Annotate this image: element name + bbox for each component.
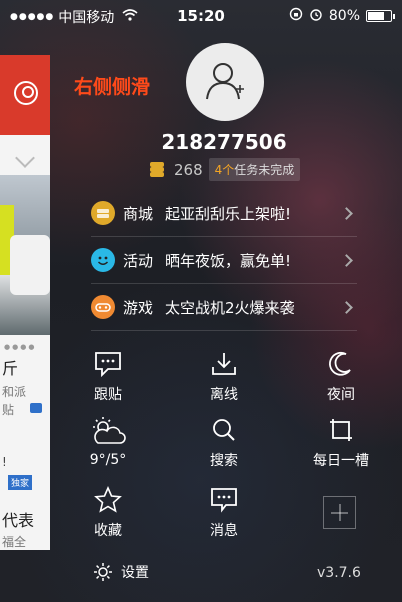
grid-label: 9°/5° bbox=[89, 452, 127, 468]
promo-category: 活动 bbox=[123, 251, 154, 270]
tasks-count: 4个 bbox=[214, 163, 235, 177]
download-icon bbox=[212, 353, 236, 375]
settings-label: 设置 bbox=[121, 565, 149, 581]
chevron-right-icon bbox=[340, 300, 353, 314]
coin-count: 268 bbox=[174, 160, 203, 179]
app-version: v3.7.6 bbox=[317, 565, 361, 581]
status-bar: ●●●●● 中国移动 15:20 80% bbox=[0, 0, 402, 32]
user-avatar[interactable] bbox=[186, 43, 264, 121]
promo-text: 太空战机2火爆来袭 bbox=[165, 298, 295, 317]
video-icon bbox=[30, 403, 42, 413]
alarm-icon bbox=[309, 7, 323, 25]
grid-item-offline[interactable]: 离线 bbox=[184, 350, 264, 404]
promo-text: 晒年夜饭，赢免单! bbox=[165, 251, 292, 270]
chevron-right-icon bbox=[340, 253, 353, 267]
chevron-right-icon bbox=[340, 206, 353, 220]
user-id: 218277506 bbox=[161, 130, 287, 154]
drawer-title: 右侧侧滑 bbox=[74, 76, 151, 98]
grid-label: 收藏 bbox=[94, 523, 122, 539]
promo-row-shop[interactable]: 商城 起亚刮刮乐上架啦! bbox=[91, 190, 357, 236]
add-user-icon bbox=[206, 63, 244, 100]
promo-row-game[interactable]: 游戏 太空战机2火爆来袭 bbox=[91, 284, 357, 330]
headline-fragment[interactable]: 代表 bbox=[2, 507, 34, 531]
grid-item-daily[interactable]: 每日一槽 bbox=[301, 416, 381, 470]
coins-row[interactable]: 268 4个任务未完成 bbox=[150, 158, 301, 181]
star-icon bbox=[94, 486, 122, 513]
tasks-text: 任务未完成 bbox=[234, 163, 295, 177]
grid-label: 跟贴 bbox=[94, 387, 122, 403]
settings-button[interactable]: 设置 bbox=[93, 562, 149, 582]
carousel-dots: ●●●● bbox=[4, 343, 37, 351]
grid-item-favorites[interactable]: 收藏 bbox=[68, 486, 148, 540]
gear-icon bbox=[94, 563, 112, 581]
message-icon bbox=[211, 488, 237, 513]
crop-icon bbox=[330, 419, 352, 441]
exclusive-tag: 独家 bbox=[8, 475, 33, 490]
rotation-lock-icon bbox=[289, 7, 303, 25]
promo-row-activity[interactable]: 活动 晒年夜饭，赢免单! bbox=[91, 237, 357, 283]
app-screen: ●●●●● 中国移动 15:20 80% ●●●● 斤 和派 贴 ! 独家 代表… bbox=[0, 0, 402, 602]
grid-label: 消息 bbox=[210, 523, 238, 539]
grid-label: 离线 bbox=[210, 387, 238, 403]
grid-label: 每日一槽 bbox=[313, 453, 369, 469]
headline-fragment: ! bbox=[2, 455, 7, 469]
profile-icon[interactable] bbox=[14, 81, 38, 105]
grid-item-night-mode[interactable]: 夜间 bbox=[301, 350, 381, 404]
add-shortcut-button[interactable] bbox=[323, 496, 356, 529]
promo-category: 商城 bbox=[123, 204, 154, 223]
comment-icon bbox=[95, 352, 121, 378]
grid-item-messages[interactable]: 消息 bbox=[184, 486, 264, 540]
battery-percent: 80% bbox=[328, 8, 360, 24]
headline-fragment: 福全 bbox=[2, 535, 27, 549]
tasks-badge[interactable]: 4个任务未完成 bbox=[208, 158, 301, 181]
grid-item-comments[interactable]: 跟贴 bbox=[68, 350, 148, 404]
grid-item-weather[interactable]: 9°/5° bbox=[68, 416, 148, 468]
promo-category: 游戏 bbox=[123, 298, 154, 317]
battery-icon bbox=[366, 10, 395, 22]
headline-fragment: 贴 bbox=[2, 403, 15, 417]
moon-icon bbox=[329, 351, 351, 376]
smile-icon bbox=[91, 248, 115, 272]
grid-label: 夜间 bbox=[327, 387, 355, 403]
headline-fragment: 和派 bbox=[2, 385, 27, 399]
weather-icon bbox=[93, 417, 126, 444]
headline-fragment[interactable]: 斤 bbox=[2, 355, 18, 379]
coins-icon bbox=[150, 161, 168, 178]
game-icon bbox=[91, 295, 115, 319]
battery-fill bbox=[368, 12, 384, 20]
search-icon bbox=[213, 419, 235, 441]
promo-text: 起亚刮刮乐上架啦! bbox=[165, 204, 292, 223]
peek-header bbox=[0, 55, 50, 135]
photo-car bbox=[10, 235, 50, 295]
shop-icon bbox=[91, 201, 115, 225]
divider bbox=[91, 330, 357, 331]
grid-item-search[interactable]: 搜索 bbox=[184, 416, 264, 470]
grid-label: 搜索 bbox=[210, 453, 238, 469]
